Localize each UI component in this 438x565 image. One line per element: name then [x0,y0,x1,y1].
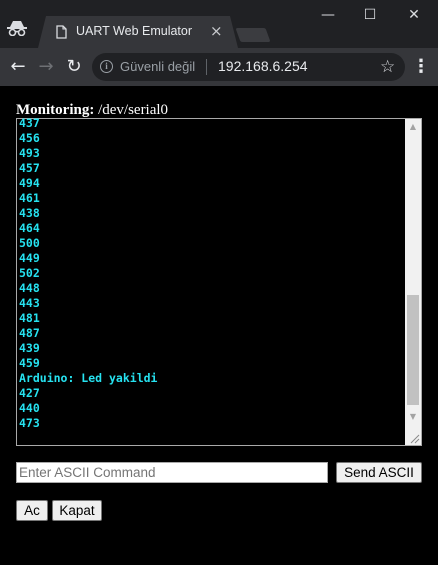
log-line: 443 [19,296,40,310]
log-line: 448 [19,281,40,295]
log-line: 427 [19,386,40,400]
reload-button[interactable]: ↻ [62,55,86,79]
log-line: 440 [19,401,40,415]
log-line: 439 [19,341,40,355]
tab-title: UART Web Emulator [76,24,193,38]
log-line: 457 [19,161,40,175]
tab-close-icon[interactable]: × [210,22,223,40]
resize-grip-icon[interactable] [405,429,421,445]
new-tab-button[interactable] [235,28,271,42]
menu-icon[interactable]: ⋮ [412,55,430,79]
log-line: 449 [19,251,40,265]
address-bar[interactable]: i Güvenli değil 192.168.6.254 ☆ [92,53,405,81]
security-label: Güvenli değil [120,59,196,74]
page-icon [56,25,67,39]
send-ascii-button[interactable]: Send ASCII [336,462,422,483]
scrollbar-thumb[interactable] [407,295,419,405]
ac-button[interactable]: Ac [16,500,48,521]
browser-toolbar: ← → ↻ i Güvenli değil 192.168.6.254 ☆ ⋮ [0,48,438,86]
log-line: 464 [19,221,40,235]
scroll-up-icon[interactable]: ▲ [405,119,421,135]
log-line: 493 [19,146,40,160]
log-line: 481 [19,311,40,325]
forward-button[interactable]: → [34,55,58,79]
ascii-command-input[interactable] [16,462,328,483]
log-line: 487 [19,326,40,340]
url-divider [206,59,207,75]
url-text[interactable]: 192.168.6.254 [218,58,308,74]
maximize-button[interactable]: ☐ [356,4,384,26]
log-line: 502 [19,266,40,280]
serial-log: 437 456 493 457 494 461 438 464 500 449 502 448 443 4… [19,116,405,444]
page-content: Monitoring: /dev/serial0 437 456 493 457 494… [0,86,438,565]
log-line: Arduino: Led yakildi [19,371,158,385]
browser-tab[interactable]: UART Web Emulator × [38,16,238,48]
serial-monitor-textarea[interactable]: 437 456 493 457 494 461 438 464 500 449 502 448 443 4… [16,116,422,446]
close-window-button[interactable]: ✕ [400,4,428,26]
star-icon[interactable]: ☆ [380,57,395,77]
log-line: 459 [19,356,40,370]
log-line: 438 [19,206,40,220]
log-line: 456 [19,131,40,145]
kapat-button[interactable]: Kapat [52,500,102,521]
log-line: 494 [19,176,40,190]
scroll-down-icon[interactable]: ▼ [405,409,421,425]
log-line: 500 [19,236,40,250]
minimize-button[interactable]: — [314,4,342,26]
log-line: 473 [19,416,40,430]
browser-titlebar: UART Web Emulator × — ☐ ✕ [0,0,438,48]
scrollbar[interactable]: ▲ ▼ [405,119,421,445]
info-icon[interactable]: i [100,60,113,73]
log-line: 461 [19,191,40,205]
log-line: 437 [19,116,40,130]
incognito-icon [7,21,27,36]
back-button[interactable]: ← [6,55,30,79]
